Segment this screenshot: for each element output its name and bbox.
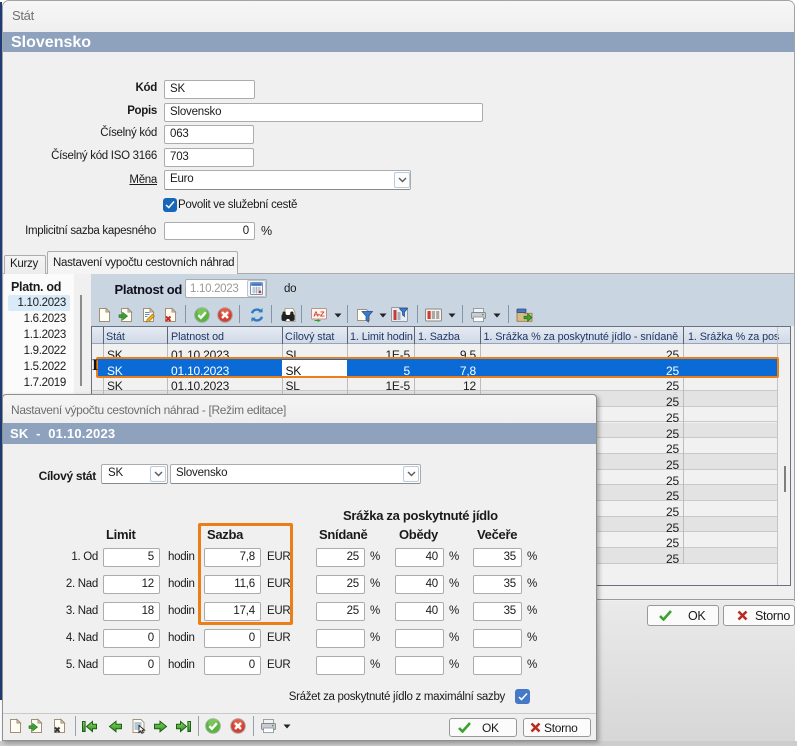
svg-text:A: A <box>313 310 319 319</box>
svg-text:Z: Z <box>320 310 325 319</box>
